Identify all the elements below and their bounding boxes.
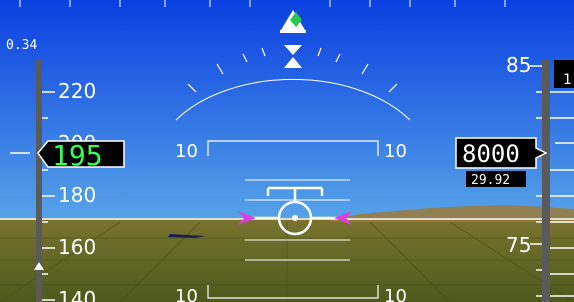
pitch-label-upper-right: 10 [384, 141, 407, 162]
speed-tape-label-180: 180 [58, 183, 96, 207]
speed-readout: 195 [52, 139, 103, 172]
altitude-label-edge: 1 [563, 72, 572, 88]
pitch-label-lower-left: 10 [175, 286, 198, 302]
baro-setting: 29.92 [471, 173, 510, 188]
altitude-readout-box: 8000 [455, 137, 548, 169]
altitude-label-lower: 75 [506, 233, 531, 257]
pitch-label-upper-left: 10 [175, 141, 198, 162]
mach-readout: 0.34 [6, 38, 37, 53]
pitch-label-lower-right: 10 [384, 286, 407, 302]
speed-tape-label-220: 220 [58, 79, 96, 103]
altitude-readout: 8000 [462, 140, 520, 168]
primary-flight-display: 10 10 10 10 220 200 180 [0, 0, 574, 302]
altitude-label-upper: 85 [506, 53, 531, 77]
pfd-scene: 10 10 10 10 220 200 180 [0, 0, 574, 302]
speed-tape-label-140: 140 [58, 287, 96, 302]
speed-tape-label-160: 160 [58, 235, 96, 259]
